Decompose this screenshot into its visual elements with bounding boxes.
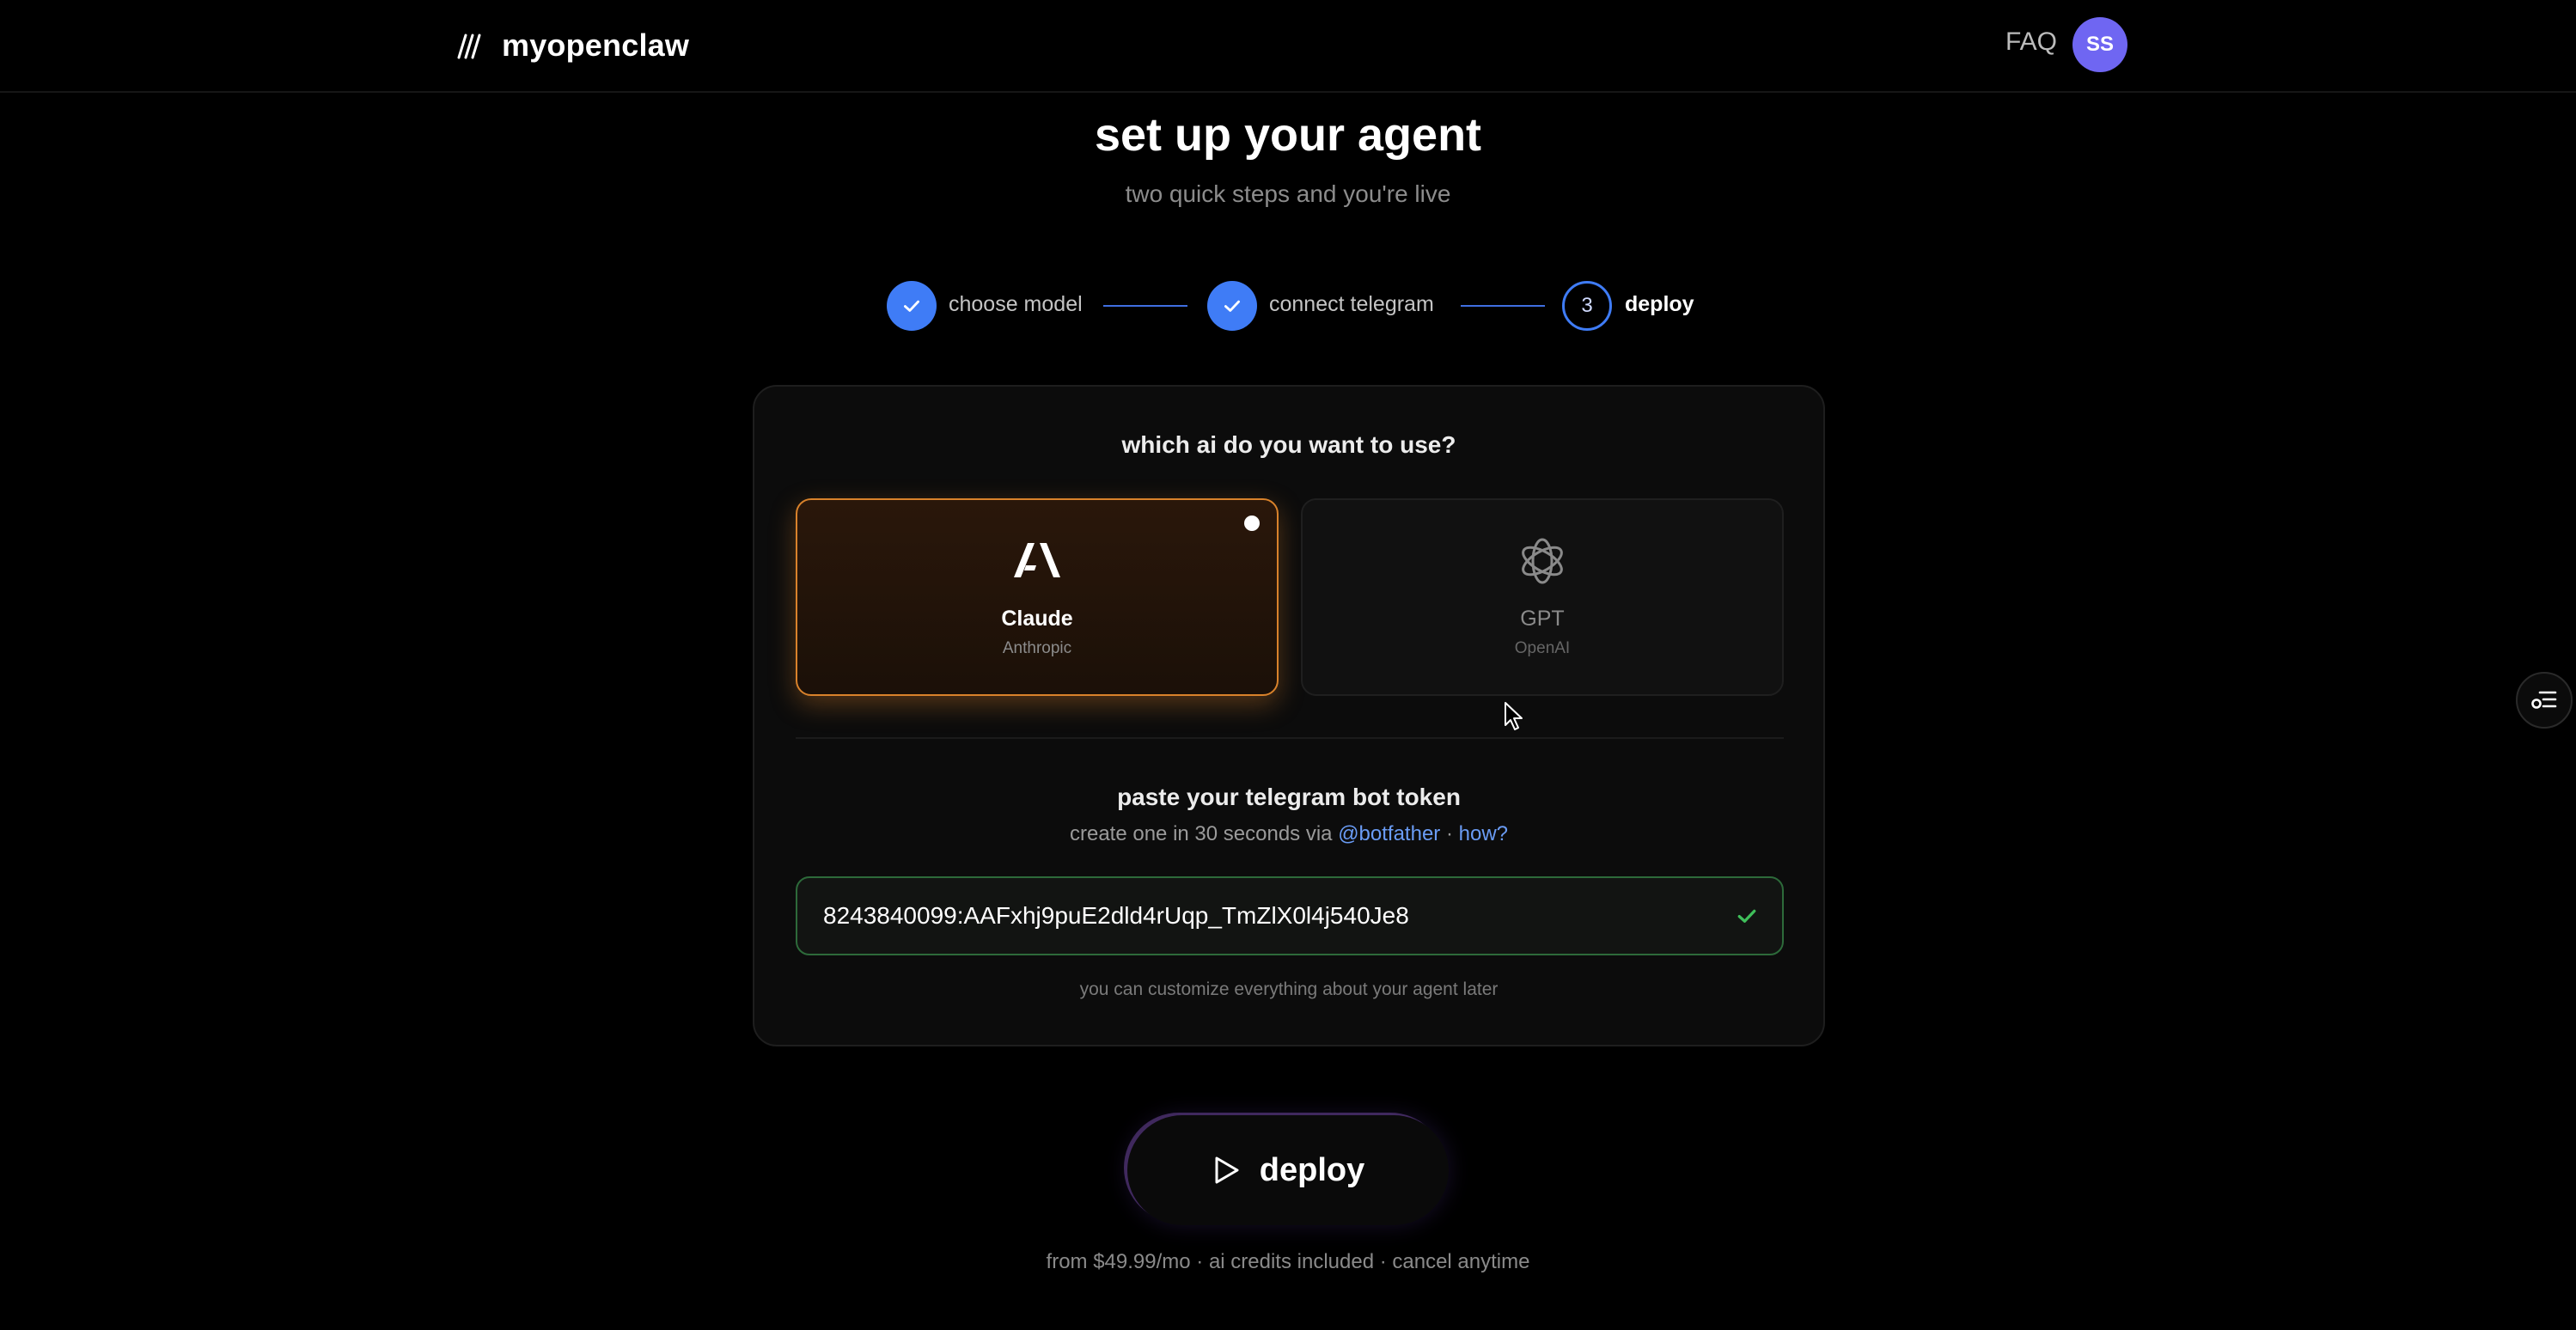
page-title: set up your agent bbox=[1094, 109, 1482, 161]
stepper: choose model connect telegram 3 deploy bbox=[0, 281, 2576, 331]
step-connector bbox=[1461, 305, 1545, 307]
step-2-done bbox=[1207, 281, 1257, 331]
deploy-button[interactable]: deploy bbox=[1127, 1115, 1449, 1225]
selected-dot-icon bbox=[1244, 516, 1260, 531]
token-title: paste your telegram bot token bbox=[1117, 784, 1461, 810]
botfather-link[interactable]: @botfather bbox=[1338, 822, 1440, 845]
step-3-current: 3 bbox=[1562, 281, 1612, 331]
side-menu-button[interactable] bbox=[2516, 672, 2573, 729]
page-subtitle: two quick steps and you're live bbox=[1125, 180, 1451, 207]
model-vendor: OpenAI bbox=[1514, 639, 1571, 657]
check-icon bbox=[904, 300, 919, 312]
model-vendor: Anthropic bbox=[1002, 639, 1072, 657]
pricing-note: from $49.99/mo · ai credits included · c… bbox=[1046, 1250, 1530, 1273]
token-help-text: create one in 30 seconds via bbox=[1069, 822, 1333, 845]
brand[interactable]: myopenclaw bbox=[455, 24, 689, 67]
check-icon bbox=[1737, 909, 1756, 923]
model-name: GPT bbox=[1520, 607, 1565, 631]
list-settings-icon bbox=[2531, 691, 2557, 709]
how-link[interactable]: how? bbox=[1459, 822, 1508, 845]
token-field bbox=[796, 876, 1784, 955]
setup-card: which ai do you want to use? Claude Anth… bbox=[753, 385, 1825, 1046]
faq-link[interactable]: FAQ bbox=[2005, 27, 2057, 57]
model-option-gpt[interactable]: GPT OpenAI bbox=[1301, 498, 1784, 696]
step-3-label: deploy bbox=[1625, 292, 1694, 316]
token-note: you can customize everything about your … bbox=[1079, 979, 1499, 999]
openai-logo-icon bbox=[1522, 538, 1563, 584]
separator: · bbox=[1445, 822, 1453, 845]
play-icon bbox=[1215, 1156, 1239, 1184]
model-question: which ai do you want to use? bbox=[1121, 431, 1456, 458]
check-icon bbox=[1224, 300, 1240, 312]
model-name: Claude bbox=[1001, 607, 1073, 631]
top-bar: myopenclaw FAQ SS bbox=[0, 0, 2576, 93]
step-1-done bbox=[887, 281, 937, 331]
token-input[interactable] bbox=[823, 878, 1700, 954]
anthropic-logo-icon bbox=[1014, 543, 1060, 577]
claw-logo-icon bbox=[457, 34, 481, 59]
step-connector bbox=[1103, 305, 1187, 307]
step-2-label: connect telegram bbox=[1269, 292, 1434, 316]
token-help: create one in 30 seconds via @botfather … bbox=[754, 822, 1823, 846]
mouse-cursor-icon bbox=[1505, 702, 1523, 730]
brand-name: myopenclaw bbox=[502, 27, 690, 63]
section-divider bbox=[796, 737, 1784, 739]
model-option-claude[interactable]: Claude Anthropic bbox=[796, 498, 1279, 696]
step-1-label: choose model bbox=[949, 292, 1083, 316]
deploy-label: deploy bbox=[1259, 1151, 1365, 1188]
avatar[interactable]: SS bbox=[2072, 17, 2127, 72]
